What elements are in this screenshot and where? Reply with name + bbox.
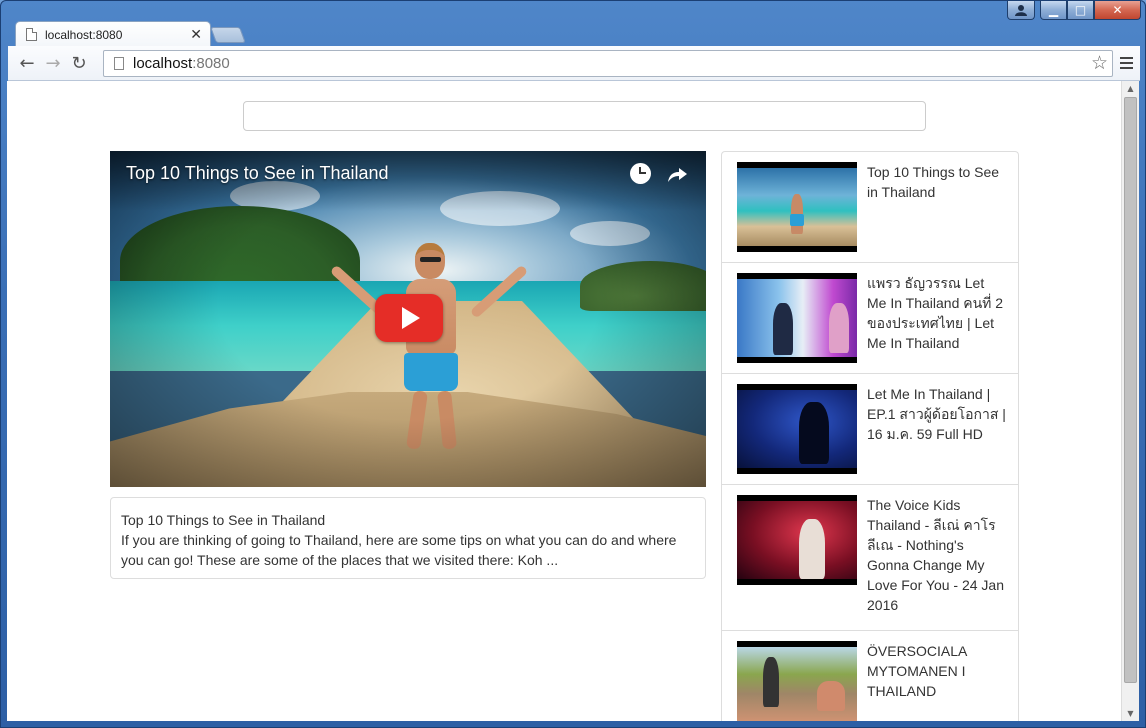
close-window-button[interactable]: ✕ [1094, 1, 1141, 20]
list-item[interactable]: Let Me In Thailand | EP.1 สาวผู้ด้อยโอกา… [722, 374, 1018, 485]
video-list-title[interactable]: The Voice Kids Thailand - ลีเณ่ คาโรลีเณ… [867, 495, 1007, 615]
page-viewport: Top 10 Things to See in Thailand Top 10 … [7, 81, 1121, 721]
browser-toolbar: ← → ↻ localhost:8080 ☆ [8, 46, 1140, 81]
scroll-down-icon[interactable]: ▼ [1122, 706, 1139, 721]
description-title: Top 10 Things to See in Thailand [121, 512, 326, 528]
bookmark-star-icon[interactable]: ☆ [1091, 52, 1108, 74]
video-list-title[interactable]: Let Me In Thailand | EP.1 สาวผู้ด้อยโอกา… [867, 384, 1007, 444]
video-thumbnail[interactable] [737, 162, 857, 252]
minimize-button[interactable]: ▁ [1040, 1, 1067, 20]
page-icon [114, 57, 124, 70]
user-icon [1015, 5, 1027, 16]
video-list: Top 10 Things to See in Thailand แพรว ธั… [721, 151, 1019, 721]
tab-close-icon[interactable]: ✕ [190, 27, 202, 43]
video-thumbnail[interactable] [737, 495, 857, 585]
video-thumbnail[interactable] [737, 384, 857, 474]
list-item[interactable]: Top 10 Things to See in Thailand [722, 152, 1018, 263]
tab-title: localhost:8080 [45, 27, 123, 42]
video-list-title[interactable]: แพรว ธัญวรรณ Let Me In Thailand คนที่ 2 … [867, 273, 1007, 353]
video-list-title[interactable]: Top 10 Things to See in Thailand [867, 162, 1007, 202]
maximize-button[interactable]: □ [1067, 1, 1094, 20]
address-text: localhost:8080 [133, 55, 230, 72]
window-caption-buttons: ▁ □ ✕ [1040, 1, 1141, 20]
video-title[interactable]: Top 10 Things to See in Thailand [126, 163, 389, 184]
address-bar[interactable]: localhost:8080 ☆ [103, 50, 1113, 77]
browser-menu-button[interactable] [1116, 52, 1136, 74]
watch-later-icon[interactable] [630, 163, 651, 184]
share-icon[interactable] [666, 163, 688, 185]
vertical-scrollbar[interactable]: ▲ ▼ [1121, 81, 1139, 721]
play-button[interactable] [375, 294, 443, 342]
video-description-card: Top 10 Things to See in Thailand If you … [110, 497, 706, 579]
list-item[interactable]: ÖVERSOCIALA MYTOMANEN I THAILAND [722, 631, 1018, 721]
reload-button[interactable]: ↻ [66, 50, 92, 76]
browser-tab[interactable]: localhost:8080 ✕ [15, 21, 211, 47]
user-profile-button[interactable] [1007, 1, 1035, 20]
forward-button[interactable]: → [40, 50, 66, 76]
back-button[interactable]: ← [14, 50, 40, 76]
new-tab-button[interactable] [210, 27, 246, 43]
video-player[interactable]: Top 10 Things to See in Thailand [110, 151, 706, 487]
video-list-title[interactable]: ÖVERSOCIALA MYTOMANEN I THAILAND [867, 641, 1007, 701]
search-input[interactable] [243, 101, 926, 131]
list-item[interactable]: แพรว ธัญวรรณ Let Me In Thailand คนที่ 2 … [722, 263, 1018, 374]
video-thumbnail[interactable] [737, 273, 857, 363]
scroll-up-icon[interactable]: ▲ [1122, 81, 1139, 96]
scroll-thumb[interactable] [1124, 97, 1137, 683]
page-icon [26, 28, 37, 41]
video-thumbnail[interactable] [737, 641, 857, 721]
list-item[interactable]: The Voice Kids Thailand - ลีเณ่ คาโรลีเณ… [722, 485, 1018, 631]
description-text: If you are thinking of going to Thailand… [121, 532, 677, 568]
